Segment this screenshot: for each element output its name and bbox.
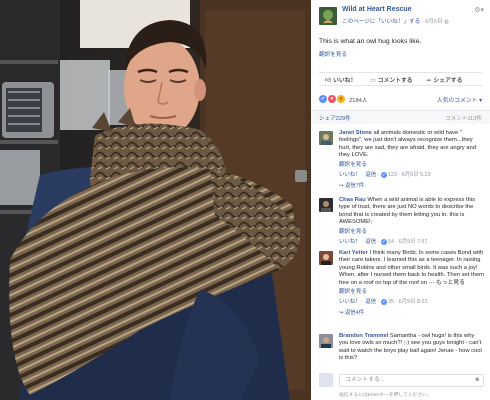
comment-order-dropdown[interactable]: 人気のコメント ▾ [437, 95, 482, 104]
shares-row: シェア229件 コメント113件 [311, 110, 490, 124]
post-actions: 👍︎ いいね！ ▭ コメントする ➦ シェアする [319, 72, 482, 86]
comment-meta: いいね！ · 返信 · ✔ 35 · 6月9日 8:23 [339, 299, 428, 306]
wow-reaction-icon: o [337, 95, 345, 103]
comment-like-icon: ✔ [380, 238, 387, 245]
comment-like-count[interactable]: 35 [388, 299, 394, 305]
comment-icon: ▭ [370, 77, 376, 84]
comment-author[interactable]: Janet Stone [339, 130, 372, 136]
user-avatar [319, 373, 333, 387]
comment-like-icon: ✔ [380, 299, 387, 306]
comment-body: Kari Yetter I think many Birds. In some … [339, 250, 484, 287]
love-reaction-icon: ♥ [328, 95, 336, 103]
share-label: シェアする [433, 77, 463, 84]
comment-author[interactable]: Chas Rau [339, 197, 366, 203]
commenter-avatar[interactable] [319, 251, 333, 265]
comment-body: Chas Rau When a wild animal is able to e… [339, 197, 484, 227]
shares-link[interactable]: シェア229件 [319, 114, 351, 122]
comment-label: コメントする [377, 77, 413, 84]
comment-author[interactable]: Kari Yetter [339, 250, 368, 256]
owl-hug-photo [0, 0, 311, 400]
globe-icon: ◍ [444, 19, 450, 25]
gear-icon[interactable]: ⚙▾ [474, 6, 484, 14]
comment-meta: いいね！ · 返信 · ✔ 54 · 6月9日 7:57 [339, 238, 428, 245]
enter-hint: 送信するにはEnterキーを押してください。 [339, 393, 432, 398]
comment-like-link[interactable]: いいね！ [339, 299, 361, 305]
commenter-avatar[interactable] [319, 198, 333, 212]
comment-item: Chas Rau When a wild animal is able to e… [319, 197, 484, 245]
comment-like-count[interactable]: 54 [388, 239, 394, 245]
post-meta: このページに「いいね！」する · 6月5日 ◍ [342, 17, 449, 25]
post-panel: Wild at Heart Rescue このページに「いいね！」する · 6月… [311, 0, 490, 400]
post-date[interactable]: 6月5日 [425, 19, 442, 25]
comment-reply-link[interactable]: 返信 [365, 239, 376, 245]
comment-button[interactable]: ▭ コメントする [370, 75, 412, 84]
like-button[interactable]: 👍︎ いいね！ [325, 75, 356, 84]
share-button[interactable]: ➦ シェアする [427, 75, 463, 84]
comment-date[interactable]: 6月9日 7:57 [399, 239, 428, 245]
thumbs-up-icon: 👍︎ [325, 77, 332, 84]
comment-translate-link[interactable]: 翻訳を見る [339, 160, 484, 168]
page-like-link[interactable]: このページに「いいね！」する [342, 19, 420, 25]
post-header: Wild at Heart Rescue このページに「いいね！」する · 6月… [311, 0, 490, 30]
comment-translate-link[interactable]: 翻訳を見る [339, 287, 484, 295]
comment-item: Brandon Trammel Samantha - owl hugs! is … [319, 333, 484, 363]
comment-body: Brandon Trammel Samantha - owl hugs! is … [339, 333, 484, 363]
comment-author[interactable]: Brandon Trammel [339, 333, 388, 339]
comment-replies-link[interactable]: ↪ 返信7件 [339, 181, 484, 189]
comment-like-count[interactable]: 122 [388, 172, 397, 178]
share-icon: ➦ [426, 77, 432, 84]
comment-reply-link[interactable]: 返信 [365, 299, 376, 305]
photo-viewer[interactable] [0, 0, 311, 400]
comment-input-placeholder: コメントする... [345, 377, 385, 383]
replies-label: 返信4件 [345, 310, 365, 317]
comment-replies-link[interactable]: ↪ 返信4件 [339, 308, 484, 316]
comment-reply-link[interactable]: 返信 [365, 172, 376, 178]
like-label: いいね！ [333, 77, 357, 84]
comment-item: Janet Stone all animals domestic or wild… [319, 130, 484, 189]
comment-date[interactable]: 6月9日 8:23 [399, 299, 428, 305]
comment-composer: コメントする... ◙ [319, 372, 484, 388]
reactions-bar: ✔ ♥ o 2184人 人気のコメント ▾ [319, 93, 482, 105]
camera-icon[interactable]: ◙ [475, 375, 479, 386]
replies-label: 返信7件 [345, 182, 365, 189]
comment-like-link[interactable]: いいね！ [339, 172, 361, 178]
reaction-count[interactable]: 2184人 [349, 95, 368, 104]
post-text: This is what an owl hug looks like. [319, 38, 422, 45]
comment-like-icon: ✔ [380, 171, 387, 178]
page-name-link[interactable]: Wild at Heart Rescue [342, 6, 412, 13]
comment-meta: いいね！ · 返信 · ✔ 122 · 6月9日 5:23 [339, 171, 431, 178]
page-avatar[interactable] [319, 7, 337, 25]
comment-like-link[interactable]: いいね！ [339, 239, 361, 245]
comment-input[interactable]: コメントする... ◙ [339, 374, 484, 387]
comment-body: Janet Stone all animals domestic or wild… [339, 130, 484, 160]
comment-translate-link[interactable]: 翻訳を見る [339, 227, 484, 235]
post-translate-link[interactable]: 翻訳を見る [319, 50, 347, 58]
comments-count: コメント113件 [445, 115, 482, 122]
commenter-avatar[interactable] [319, 131, 333, 145]
like-reaction-icon: ✔ [319, 95, 327, 103]
commenter-avatar[interactable] [319, 334, 333, 348]
comment-date[interactable]: 6月9日 5:23 [402, 172, 431, 178]
comment-item: Kari Yetter I think many Birds. In some … [319, 250, 484, 316]
